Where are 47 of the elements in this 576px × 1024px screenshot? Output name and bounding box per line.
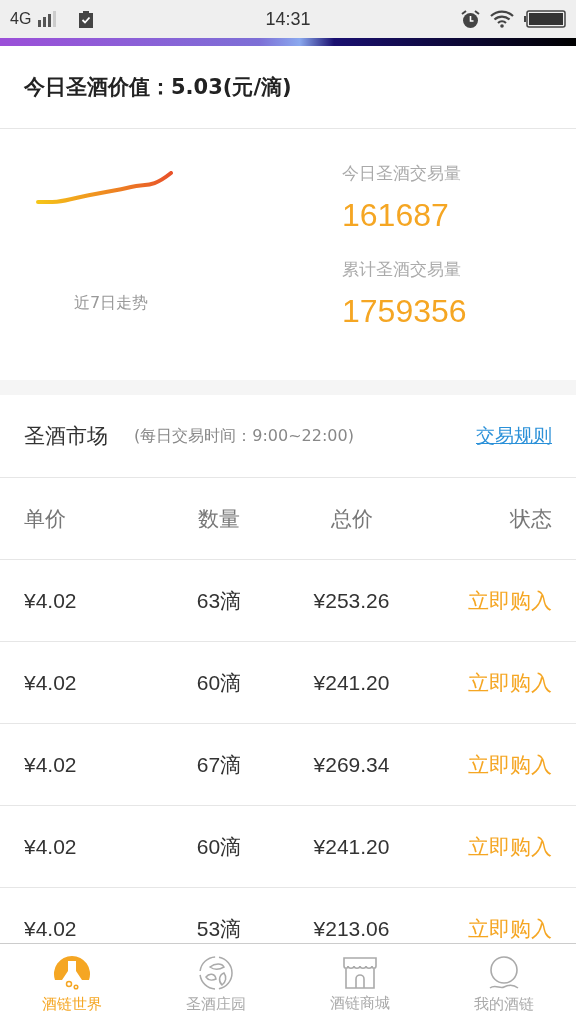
trend-label: 近7日走势 <box>74 293 149 314</box>
column-header: 状态 <box>510 505 552 532</box>
buy-button[interactable]: 立即购入 <box>468 750 552 779</box>
total-cell: ¥241.20 <box>313 834 390 859</box>
buy-button[interactable]: 立即购入 <box>468 668 552 697</box>
buy-button[interactable]: 立即购入 <box>468 914 552 943</box>
stat-value: 1759356 <box>342 293 467 330</box>
battery-icon <box>524 10 566 28</box>
price-cell-text: ¥4.02 <box>24 916 78 941</box>
price-cell-text: ¥4.02 <box>24 670 78 695</box>
alarm-icon <box>461 9 480 29</box>
buy-button[interactable]: 立即购入 <box>468 832 552 861</box>
quantity-cell-text: 67滴 <box>196 751 242 778</box>
price-cell-text: ¥4.02 <box>24 588 78 613</box>
wifi-icon <box>490 10 514 28</box>
market-title: 圣酒市场 <box>24 423 108 450</box>
leaves-icon <box>198 954 234 991</box>
profile-icon <box>487 954 521 991</box>
quantity-cell-text: 60滴 <box>196 833 242 860</box>
tab-item[interactable]: 我的酒链 <box>432 944 576 1024</box>
column-header: 总价 <box>330 505 373 532</box>
column-header: 数量 <box>198 505 240 532</box>
tab-item[interactable]: 圣酒庄园 <box>144 944 288 1024</box>
tab-item[interactable]: 酒链世界 <box>0 944 144 1024</box>
total-cell: ¥213.06 <box>313 916 390 941</box>
network-label: 4G <box>10 10 32 28</box>
flask-icon <box>53 954 91 991</box>
clipboard-check-icon <box>79 10 94 28</box>
clock-time: 14:31 <box>265 8 311 30</box>
total-cell: ¥241.20 <box>313 670 390 695</box>
price-cell-text: ¥4.02 <box>24 752 78 777</box>
total-cell: ¥253.26 <box>313 588 390 613</box>
column-header: 单价 <box>24 505 67 532</box>
quantity-cell-text: 60滴 <box>196 669 242 696</box>
store-icon <box>342 955 378 990</box>
stat-label: 今日圣酒交易量 <box>342 162 462 185</box>
price-cell-text: ¥4.02 <box>24 834 78 859</box>
price-title: 今日圣酒价值：5.03(元/滴) <box>24 74 292 101</box>
buy-button[interactable]: 立即购入 <box>468 586 552 615</box>
stat-value: 161687 <box>342 197 450 234</box>
tab-item[interactable]: 酒链商城 <box>288 944 432 1024</box>
quantity-cell-text: 53滴 <box>196 915 242 942</box>
quantity-cell-text: 63滴 <box>196 587 242 614</box>
total-cell: ¥269.34 <box>313 752 390 777</box>
stat-label: 累计圣酒交易量 <box>342 258 462 281</box>
rules-link[interactable]: 交易规则 <box>476 423 552 449</box>
trading-hours: (每日交易时间：9:00~22:00) <box>134 425 355 447</box>
